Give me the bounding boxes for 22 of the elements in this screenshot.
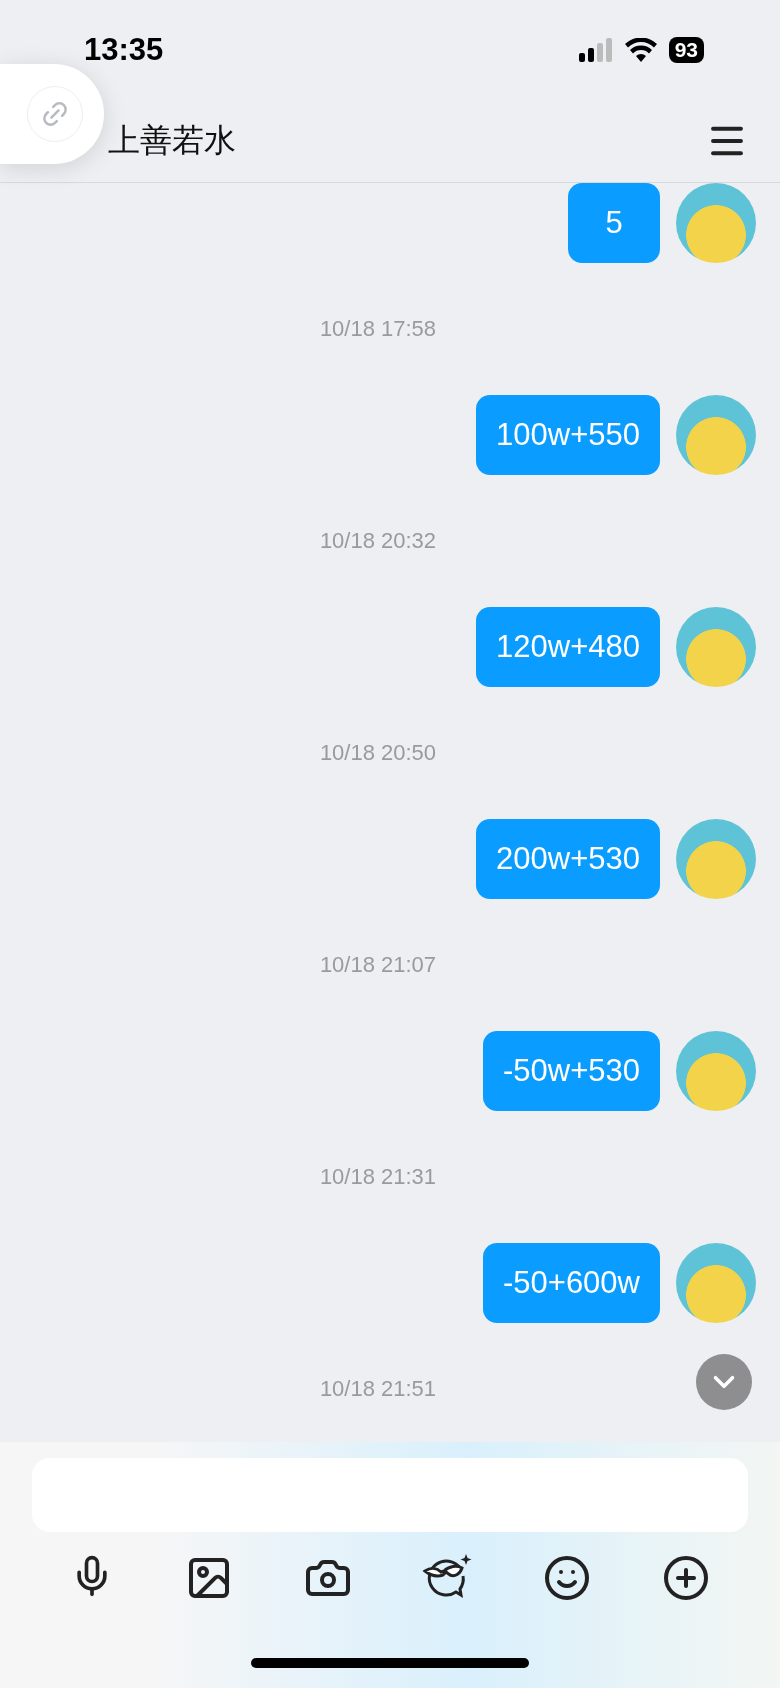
chat-title: 上善若水	[107, 121, 236, 160]
message-input-field[interactable]	[32, 1458, 748, 1532]
message-bubble: 5	[568, 183, 660, 263]
status-time: 13:35	[84, 32, 164, 68]
wifi-icon	[624, 38, 657, 62]
message-bubble: 200w+530	[476, 819, 660, 899]
message-bubble: 120w+480	[476, 607, 660, 687]
message-timestamp: 10/18 21:51	[319, 1377, 437, 1401]
message-timestamp: 10/18 21:07	[319, 953, 437, 977]
message-timestamp: 10/18 17:58	[319, 317, 437, 341]
message-timestamp: 10/18 20:50	[319, 741, 437, 765]
scroll-down-button[interactable]	[696, 1354, 752, 1410]
message-bubble: -50w+530	[482, 1031, 660, 1111]
message-timestamp: 10/18 20:32	[319, 529, 437, 553]
battery-indicator: 93	[668, 37, 704, 63]
message-bubble: -50+600w	[482, 1243, 660, 1323]
message-bubble: 100w+550	[476, 395, 660, 475]
smiley-icon[interactable]	[543, 1554, 592, 1602]
sticker-face-icon[interactable]	[422, 1554, 473, 1598]
signal-icon	[578, 38, 613, 62]
message-timestamp: 10/18 21:31	[319, 1165, 437, 1189]
add-icon[interactable]	[662, 1554, 710, 1602]
